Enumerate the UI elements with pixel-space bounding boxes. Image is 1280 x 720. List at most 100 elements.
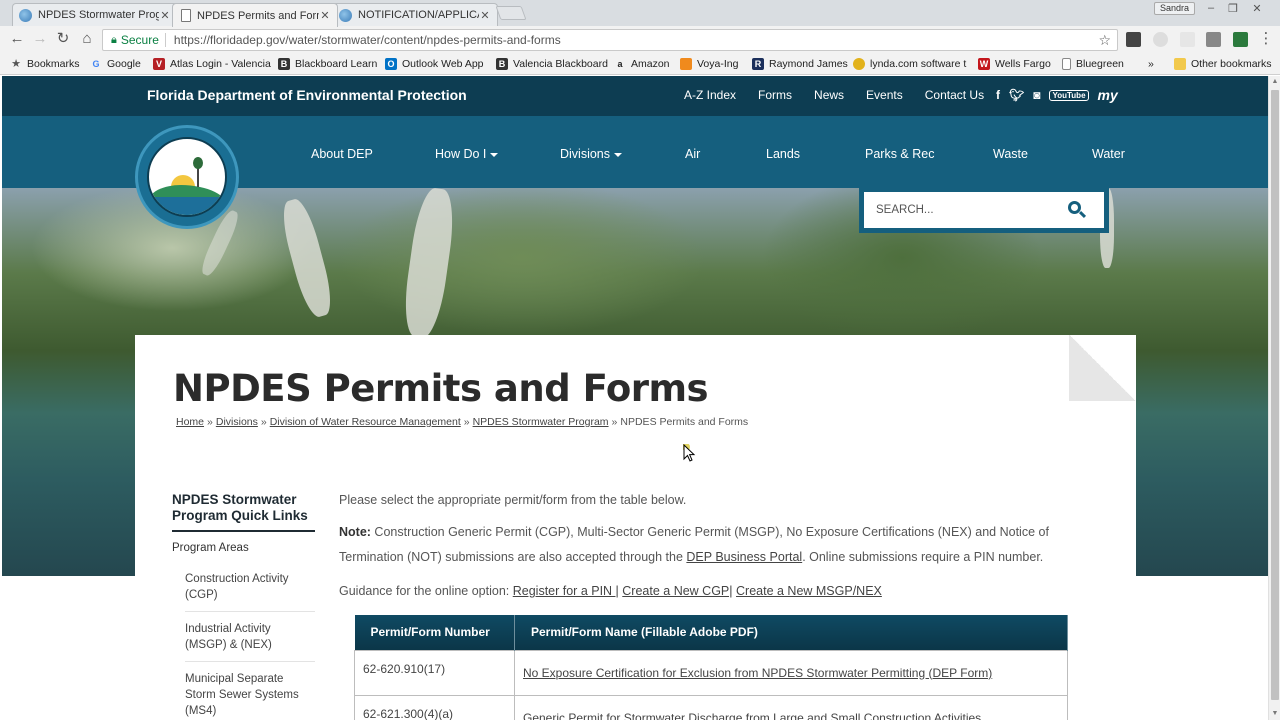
window-close-icon[interactable]: ✕ <box>1248 2 1266 15</box>
link-a-z-index[interactable]: A-Z Index <box>684 88 736 102</box>
search-icon[interactable] <box>1068 201 1087 219</box>
breadcrumb-divisions[interactable]: Divisions <box>216 416 258 428</box>
link-contact-us[interactable]: Contact Us <box>925 88 984 102</box>
bookmark-item[interactable]: a Amazon <box>614 56 669 72</box>
youtube-icon[interactable]: YouTube <box>1049 89 1089 101</box>
close-icon[interactable]: ✕ <box>479 9 491 22</box>
tab-title: NPDES Stormwater Prog <box>38 9 159 21</box>
document-icon <box>181 9 191 22</box>
lock-icon: 🔒︎ <box>111 33 117 46</box>
bookmark-item[interactable]: Voya-Ing <box>680 56 738 72</box>
amazon-icon: a <box>617 59 623 69</box>
star-icon: ★ <box>11 58 21 70</box>
social-links: f 🐦︎ ◙ YouTube my <box>996 87 1127 103</box>
twitter-icon[interactable]: 🐦︎ <box>1009 88 1024 102</box>
bookmark-item[interactable]: O Outlook Web App <box>385 56 484 72</box>
bookmark-star-icon[interactable]: ☆ <box>1098 32 1111 49</box>
bookmark-label: Valencia Blackboard <box>513 58 608 70</box>
menu-icon[interactable]: ⋮ <box>1256 30 1276 48</box>
column-header: Permit/Form Number <box>354 615 515 650</box>
link-news[interactable]: News <box>814 88 844 102</box>
new-tab-button[interactable] <box>495 6 527 20</box>
nav-how-do-i[interactable]: How Do I <box>435 147 499 161</box>
bookmark-item[interactable]: G Google <box>90 56 140 72</box>
search-input[interactable]: SEARCH... <box>864 192 1104 228</box>
tab-npdes-permits[interactable]: NPDES Permits and Form ✕ <box>172 3 338 27</box>
bookmark-item[interactable]: ★ Bookmarks <box>10 56 80 72</box>
page-scrollbar[interactable]: ▲ ▼ <box>1268 76 1280 720</box>
tab-notification[interactable]: NOTIFICATION/APPLICA ✕ <box>332 3 498 26</box>
bookmark-item[interactable]: B Valencia Blackboard <box>496 56 608 72</box>
extension-icon[interactable] <box>1206 32 1221 47</box>
permit-form-link[interactable]: Generic Permit for Stormwater Discharge … <box>523 711 981 720</box>
nav-divisions[interactable]: Divisions <box>560 147 623 161</box>
breadcrumb: Home» Divisions» Division of Water Resourc… <box>176 416 749 428</box>
globe-icon <box>339 8 352 22</box>
nav-about-dep[interactable]: About DEP <box>311 147 373 161</box>
link-forms[interactable]: Forms <box>758 88 792 102</box>
extension-icon[interactable] <box>1153 32 1168 47</box>
scrollbar-thumb[interactable] <box>1271 90 1279 700</box>
bookmark-item[interactable]: V Atlas Login - Valencia <box>153 56 271 72</box>
sidebar-item-construction[interactable]: Construction Activity (CGP) <box>185 562 315 612</box>
dep-seal-logo[interactable] <box>135 125 239 229</box>
breadcrumb-home[interactable]: Home <box>176 416 204 428</box>
facebook-icon[interactable]: f <box>996 88 1000 102</box>
bookmark-label: Blackboard Learn <box>295 58 378 70</box>
sidebar-item-ms4[interactable]: Municipal Separate Storm Sewer Systems (… <box>185 662 315 720</box>
restore-icon[interactable]: ❐ <box>1224 2 1242 15</box>
bookmark-item[interactable]: B Blackboard Learn <box>278 56 377 72</box>
sidebar-item-industrial[interactable]: Industrial Activity (MSGP) & (NEX) <box>185 612 315 662</box>
forward-icon[interactable]: → <box>30 30 50 48</box>
address-bar[interactable]: 🔒︎ Secure https://floridadep.gov/water/s… <box>102 29 1118 51</box>
nav-label: Divisions <box>560 147 611 161</box>
my-florida-icon[interactable]: my <box>1098 87 1118 103</box>
tab-title: NPDES Permits and Form <box>197 9 319 22</box>
reload-icon[interactable]: ↻ <box>53 30 73 48</box>
close-icon[interactable]: ✕ <box>319 9 331 22</box>
nav-lands[interactable]: Lands <box>766 147 800 161</box>
create-cgp-link[interactable]: Create a New CGP| <box>622 584 732 598</box>
tab-npdes-stormwater[interactable]: NPDES Stormwater Prog ✕ <box>12 3 178 26</box>
page-viewport: Florida Department of Environmental Prot… <box>2 76 1268 720</box>
permits-table: Permit/Form Number Permit/Form Name (Fil… <box>354 615 1068 720</box>
divider <box>164 33 166 47</box>
scroll-up-icon[interactable]: ▲ <box>1269 76 1280 88</box>
back-icon[interactable]: ← <box>7 30 27 48</box>
nav-water[interactable]: Water <box>1092 147 1125 161</box>
extension-icon[interactable] <box>1180 32 1195 47</box>
instagram-icon[interactable]: ◙ <box>1033 88 1040 102</box>
create-msgp-nex-link[interactable]: Create a New MSGP/NEX <box>736 584 882 598</box>
nav-parks-rec[interactable]: Parks & Rec <box>865 147 934 161</box>
dep-business-portal-link[interactable]: DEP Business Portal <box>686 550 802 564</box>
search-placeholder: SEARCH... <box>876 204 934 216</box>
breadcrumb-npdes-stormwater-program[interactable]: NPDES Stormwater Program <box>473 416 609 428</box>
profile-button[interactable]: Sandra <box>1154 2 1196 15</box>
nav-waste[interactable]: Waste <box>993 147 1028 161</box>
page-corner-fold <box>1069 335 1136 401</box>
extension-icon[interactable] <box>1126 32 1141 47</box>
bookmark-item[interactable]: lynda.com software t <box>853 56 966 72</box>
register-pin-link[interactable]: Register for a PIN | <box>513 584 619 598</box>
url-text[interactable]: https://floridadep.gov/water/stormwater/… <box>174 33 1099 47</box>
bookmark-item[interactable]: W Wells Fargo <box>978 56 1051 72</box>
minimize-icon[interactable]: – <box>1202 2 1220 14</box>
bookmark-item[interactable]: Bluegreen <box>1062 56 1124 72</box>
permit-form-link[interactable]: No Exposure Certification for Exclusion … <box>523 666 992 680</box>
bookmarks-overflow-button[interactable]: » <box>1148 56 1154 72</box>
close-icon[interactable]: ✕ <box>159 9 171 22</box>
bookmark-label: Outlook Web App <box>402 58 484 70</box>
nav-air[interactable]: Air <box>685 147 700 161</box>
bookmark-label: Atlas Login - Valencia <box>170 58 271 70</box>
bookmark-label: Bookmarks <box>27 58 80 70</box>
breadcrumb-water-resource-management[interactable]: Division of Water Resource Management <box>270 416 461 428</box>
home-icon[interactable]: ⌂ <box>77 30 97 48</box>
seal-water <box>149 197 225 215</box>
scroll-down-icon[interactable]: ▼ <box>1269 708 1280 720</box>
bookmark-item[interactable]: R Raymond James <box>752 56 848 72</box>
agency-name[interactable]: Florida Department of Environmental Prot… <box>147 87 467 103</box>
link-events[interactable]: Events <box>866 88 903 102</box>
extension-icon[interactable] <box>1233 32 1248 47</box>
sidebar-group-program-areas[interactable]: Program Areas <box>172 542 315 554</box>
bookmark-item[interactable]: Other bookmarks <box>1174 56 1272 72</box>
